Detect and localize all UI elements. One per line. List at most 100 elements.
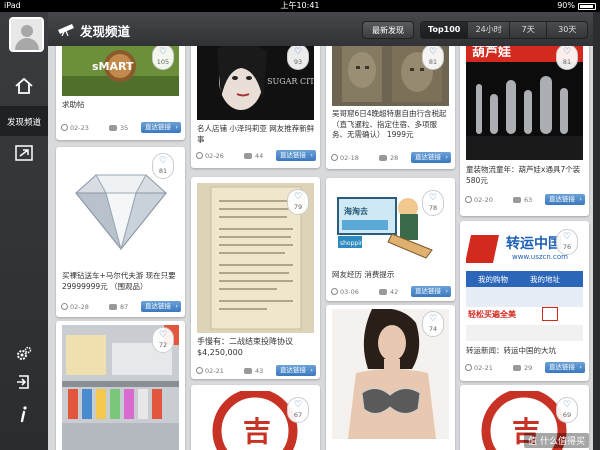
svg-text:吉: 吉 bbox=[243, 415, 271, 448]
like-button[interactable]: ♡ 74 bbox=[422, 311, 444, 337]
uszcn-logo-icon bbox=[466, 235, 499, 263]
sidebar: 发现频道 bbox=[0, 12, 48, 450]
tab-24h[interactable]: 24小时 bbox=[468, 22, 510, 38]
card-date: 02-28 bbox=[70, 303, 89, 311]
card-caption: 买裸钻送车+马尔代夫游 现在只要29999999元 （围观品） bbox=[62, 271, 176, 291]
direct-link-button[interactable]: 直达链接 bbox=[411, 152, 451, 163]
direct-link-button[interactable]: 直达链接 bbox=[411, 286, 451, 297]
feed-card[interactable]: sMART ♡ 105 求助帖 02-23 35 直达链接 bbox=[56, 46, 185, 140]
clock: 上午10:41 bbox=[280, 1, 320, 10]
like-button[interactable]: ♡ 72 bbox=[152, 327, 174, 353]
tab-30d[interactable]: 30天 bbox=[547, 22, 587, 38]
like-button[interactable]: ♡ 76 bbox=[556, 229, 578, 255]
comment-icon bbox=[513, 365, 521, 371]
clock-icon bbox=[465, 364, 472, 371]
sidebar-item-settings[interactable] bbox=[0, 342, 48, 366]
ad-nav-item: 我的地址 bbox=[530, 275, 560, 284]
sidebar-item-home[interactable] bbox=[0, 70, 48, 102]
telescope-icon bbox=[58, 24, 74, 36]
sidebar-item-info[interactable] bbox=[0, 402, 48, 426]
tab-7d[interactable]: 7天 bbox=[510, 22, 548, 38]
direct-link-button[interactable]: 直达链接 bbox=[545, 194, 585, 205]
latest-button[interactable]: 最新发现 bbox=[362, 21, 414, 39]
clock-icon bbox=[331, 288, 338, 295]
direct-link-button[interactable]: 直达链接 bbox=[276, 365, 316, 376]
feed-card[interactable]: ♡ 79 手慢有：二战结束投降协议 $4,250,000 02-21 43 直达链… bbox=[191, 177, 320, 379]
banner-text: 葫芦娃 bbox=[472, 46, 511, 60]
watermark: 值 什么值得买 bbox=[524, 433, 589, 448]
direct-link-button[interactable]: 直达链接 bbox=[276, 150, 316, 161]
like-button[interactable]: ♡ 81 bbox=[422, 46, 444, 70]
like-count: 81 bbox=[158, 167, 168, 175]
like-count: 105 bbox=[156, 58, 170, 66]
direct-link-button[interactable]: 直达链接 bbox=[141, 301, 181, 312]
like-button[interactable]: ♡ 105 bbox=[152, 46, 174, 70]
heart-icon: ♡ bbox=[428, 193, 438, 203]
card-meta: 02-21 43 直达链接 bbox=[196, 365, 316, 376]
feed-card[interactable]: ♡ 74 bbox=[326, 305, 455, 450]
like-count: 81 bbox=[562, 58, 572, 66]
card-caption: 网友经历 消费提示 bbox=[332, 270, 395, 279]
like-button[interactable]: ♡ 81 bbox=[556, 46, 578, 70]
comment-count: 43 bbox=[255, 367, 264, 375]
comment-icon bbox=[109, 125, 117, 131]
heart-icon: ♡ bbox=[562, 400, 572, 410]
card-meta: 02-18 28 直达链接 bbox=[331, 152, 451, 163]
feed-card[interactable]: 吉 ♡ 67 bbox=[191, 385, 320, 450]
battery-percent: 90% bbox=[557, 1, 575, 10]
like-button[interactable]: ♡ 78 bbox=[422, 190, 444, 216]
feed-card[interactable]: ♡ 81 吴哥窟6日4晚超特惠自由行含税起（直飞暹粒、指定住宿、多项服务、无需确认… bbox=[326, 46, 455, 169]
comment-icon bbox=[244, 153, 252, 159]
like-count: 93 bbox=[293, 58, 303, 66]
feed-card[interactable]: ♡ 72 bbox=[56, 321, 185, 450]
like-count: 69 bbox=[562, 411, 572, 419]
card-meta: 02-28 87 直达链接 bbox=[61, 301, 181, 312]
comment-icon bbox=[379, 155, 387, 161]
sidebar-item-logout[interactable] bbox=[0, 370, 48, 394]
like-button[interactable]: ♡ 67 bbox=[287, 397, 309, 423]
like-button[interactable]: ♡ 81 bbox=[152, 153, 174, 179]
status-bar: iPad 上午10:41 90% bbox=[0, 0, 600, 12]
card-meta: 03-06 42 直达链接 bbox=[331, 286, 451, 297]
page-title: 发现频道 bbox=[80, 24, 131, 39]
direct-link-button[interactable]: 直达链接 bbox=[545, 362, 585, 373]
like-button[interactable]: ♡ 69 bbox=[556, 397, 578, 423]
feed-card[interactable]: 转运中国 www.uszcn.com 我的购物 我的地址 轻松买遍全美 ♡ 76 … bbox=[460, 221, 589, 381]
tab-top100[interactable]: Top100 bbox=[421, 22, 469, 38]
clock-icon bbox=[196, 367, 203, 374]
clock-icon bbox=[196, 152, 203, 159]
ad-minus-icon bbox=[542, 307, 558, 321]
sidebar-item-discover[interactable]: 发现频道 bbox=[0, 106, 48, 136]
comment-icon bbox=[379, 289, 387, 295]
feed-card[interactable]: 海淘去 shopping ♡ 78 网友经历 消费提示 03-06 42 直达链接 bbox=[326, 178, 455, 301]
heart-icon: ♡ bbox=[428, 314, 438, 324]
comment-count: 42 bbox=[390, 288, 399, 296]
feed-card[interactable]: ♡ 81 买裸钻送车+马尔代夫游 现在只要29999999元 （围观品） 02-2… bbox=[56, 147, 185, 317]
comment-count: 63 bbox=[524, 196, 533, 204]
like-button[interactable]: ♡ 93 bbox=[287, 46, 309, 70]
direct-link-button[interactable]: 直达链接 bbox=[141, 122, 181, 133]
feed-card[interactable]: SUGAR CITY ♡93 名人店铺 小泽玛莉亚 网友推荐新鲜事 02-26 … bbox=[191, 46, 320, 168]
ad-promo: 轻松买遍全美 bbox=[468, 310, 516, 319]
plane-icon bbox=[15, 145, 33, 161]
card-caption: 手慢有：二战结束投降协议 $4,250,000 bbox=[197, 337, 293, 357]
clock-icon bbox=[465, 196, 472, 203]
card-caption: 名人店铺 小泽玛莉亚 网友推荐新鲜事 bbox=[197, 124, 315, 144]
svg-text:SUGAR CITY: SUGAR CITY bbox=[267, 77, 314, 86]
sidebar-item-travel[interactable] bbox=[0, 138, 48, 168]
avatar[interactable] bbox=[9, 17, 44, 52]
comment-icon bbox=[513, 197, 521, 203]
feed-grid: sMART ♡105 求助帖 02-23 35 直达链接 ♡81 买裸钻送车+马… bbox=[48, 46, 593, 450]
card-caption: 童装物流童年：葫芦娃x通具7个装 580元 bbox=[466, 165, 581, 185]
like-count: 81 bbox=[428, 58, 438, 66]
comment-icon bbox=[244, 368, 252, 374]
heart-icon: ♡ bbox=[293, 47, 303, 57]
like-button[interactable]: ♡ 79 bbox=[287, 189, 309, 215]
card-date: 02-20 bbox=[474, 196, 493, 204]
card-meta: 02-26 44 直达链接 bbox=[196, 150, 316, 161]
feed-card[interactable]: 葫芦娃 ♡ 81 童装物流童年：葫芦娃x通具7个装 580元 02-20 63 直… bbox=[460, 46, 589, 216]
like-count: 78 bbox=[428, 204, 438, 212]
svg-text:shopping: shopping bbox=[340, 240, 368, 247]
comment-count: 35 bbox=[120, 124, 129, 132]
like-count: 67 bbox=[293, 411, 303, 419]
